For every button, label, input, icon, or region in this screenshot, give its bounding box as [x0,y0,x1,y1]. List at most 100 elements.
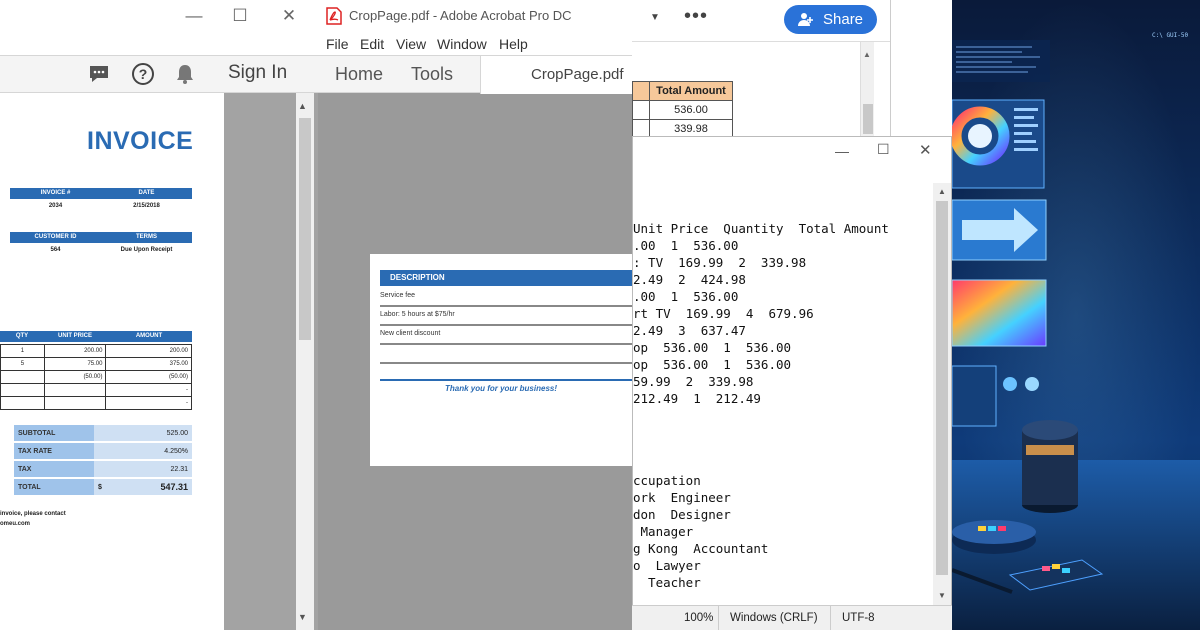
maximize-button[interactable]: ☐ [877,141,890,158]
share-person-icon [798,12,814,27]
table-cell[interactable]: 536.00 [649,100,733,120]
comment-icon[interactable] [88,63,110,85]
date-value: 2/15/2018 [133,203,160,209]
svg-text:?: ? [139,66,148,82]
tab-home[interactable]: Home [335,64,383,85]
tab-bar: Home Tools CropPage.pdf [318,55,632,94]
invoice-page: INVOICE INVOICE # DATE 2034 2/15/2018 CU… [0,93,224,630]
qty-header: QTY [0,331,44,342]
tax-value: 22.31 [114,461,192,477]
amount-header: AMOUNT [106,331,192,342]
scroll-up-icon[interactable]: ▲ [938,187,946,196]
close-button[interactable]: ✕ [919,141,932,159]
menu-view[interactable]: View [396,36,426,52]
scroll-down-icon[interactable]: ▼ [938,591,946,600]
share-button[interactable]: Share [784,5,877,34]
toolbar: ? Sign In [0,55,318,93]
text-line: don Designer [633,507,731,522]
total-value: 547.31 [114,479,192,495]
menu-bar [0,33,318,55]
unit-price-header: UNIT PRICE [44,331,106,342]
footer-contact: invoice, please contact [0,511,66,517]
qty-cell: 5 [0,357,45,371]
customer-id-value: 564 [50,247,61,253]
tax-rate-row: TAX RATE 4.250% [14,443,192,459]
line-ending: Windows (CRLF) [730,612,818,624]
customer-id-header: CUSTOMER ID [10,232,101,243]
tab-document-label: CropPage.pdf [531,66,624,83]
subtotal-value: 525.00 [114,425,192,441]
menu-bar: File Edit View Window Help [318,33,632,55]
scroll-down-icon[interactable]: ▼ [298,612,307,622]
description-row: Service fee [380,292,416,299]
close-button[interactable]: ✕ [278,6,300,26]
croppage-acrobat-window: CropPage.pdf - Adobe Acrobat Pro DC File… [318,0,632,630]
subtotal-row: SUBTOTAL 525.00 [14,425,192,441]
more-options-icon[interactable]: ••• [684,5,708,28]
amount-cell: 375.00 [105,357,192,371]
amount-cell: 200.00 [105,344,192,358]
status-divider [718,606,719,630]
notification-bell-icon[interactable] [175,63,195,85]
table-row: (50.00) (50.00) [0,370,192,384]
qty-cell: 1 [0,344,45,358]
table-row: - [0,396,192,410]
total-label: TOTAL [14,479,94,495]
encoding: UTF-8 [842,612,875,624]
table-row: - [0,383,192,397]
text-line: 59.99 2 339.98 [633,374,754,389]
dropdown-icon[interactable]: ▼ [650,12,660,23]
menu-file[interactable]: File [326,36,349,52]
description-row: Labor: 5 hours at $75/hr [380,311,455,318]
total-amount-header: Total Amount [649,81,733,101]
notepad-text-area[interactable]: Unit Price Quantity Total Amount .00 1 53… [633,183,933,605]
text-line: op 536.00 1 536.00 [633,340,792,355]
text-line: ork Engineer [633,490,731,505]
blue-divider [380,379,632,381]
unit-price-cell: 200.00 [43,344,107,358]
scrollbar-thumb[interactable] [863,104,873,134]
amount-cell: - [105,396,192,410]
text-line: o Lawyer [633,558,701,573]
title-bar: — ☐ ✕ [0,0,318,33]
notepad-excel-window: ▼ ••• Share ▲ Total Amount 536.00 339.98… [632,0,952,630]
notepad-window: — ☐ ✕ Unit Price Quantity Total Amount .0… [632,136,952,630]
text-line: rt TV 169.99 4 679.96 [633,306,814,321]
excel-table: Total Amount 536.00 339.98 [632,81,733,139]
unit-price-cell [43,396,107,410]
scrollbar-thumb[interactable] [936,201,948,575]
minimize-button[interactable]: — [183,6,205,26]
notepad-vertical-scrollbar[interactable]: ▲ ▼ [933,183,951,605]
tab-tools[interactable]: Tools [411,64,453,85]
sign-in-button[interactable]: Sign In [228,62,287,84]
tax-row: TAX 22.31 [14,461,192,477]
subtotal-label: SUBTOTAL [14,425,94,441]
qty-cell [0,383,45,397]
row-divider [380,324,632,326]
currency-symbol: $ [94,479,114,495]
customer-block: CUSTOMER ID TERMS 564 Due Upon Receipt [10,232,192,253]
text-line: op 536.00 1 536.00 [633,357,792,372]
scroll-up-icon[interactable]: ▲ [298,101,307,111]
table-row: 5 75.00 375.00 [0,357,192,371]
total-row: TOTAL $ 547.31 [14,479,192,495]
qty-cell [0,370,45,384]
text-line: .00 1 536.00 [633,289,739,304]
help-icon[interactable]: ? [131,62,155,86]
totals-table: SUBTOTAL 525.00 TAX RATE 4.250% TAX 22.3… [14,423,192,497]
menu-help[interactable]: Help [499,36,528,52]
menu-window[interactable]: Window [437,36,487,52]
minimize-button[interactable]: — [835,143,849,159]
scrollbar-thumb[interactable] [299,118,311,340]
excel-vertical-scrollbar[interactable]: ▲ [860,42,874,136]
text-line: Unit Price Quantity Total Amount [633,221,889,236]
terms-value: Due Upon Receipt [120,247,173,253]
amount-cell: - [105,383,192,397]
tab-document[interactable]: CropPage.pdf [480,56,632,94]
text-line: 212.49 1 212.49 [633,391,761,406]
tax-label: TAX [14,461,94,477]
scroll-up-icon[interactable]: ▲ [863,50,871,59]
unit-price-cell [43,383,107,397]
menu-edit[interactable]: Edit [360,36,384,52]
maximize-button[interactable]: ☐ [229,6,251,26]
